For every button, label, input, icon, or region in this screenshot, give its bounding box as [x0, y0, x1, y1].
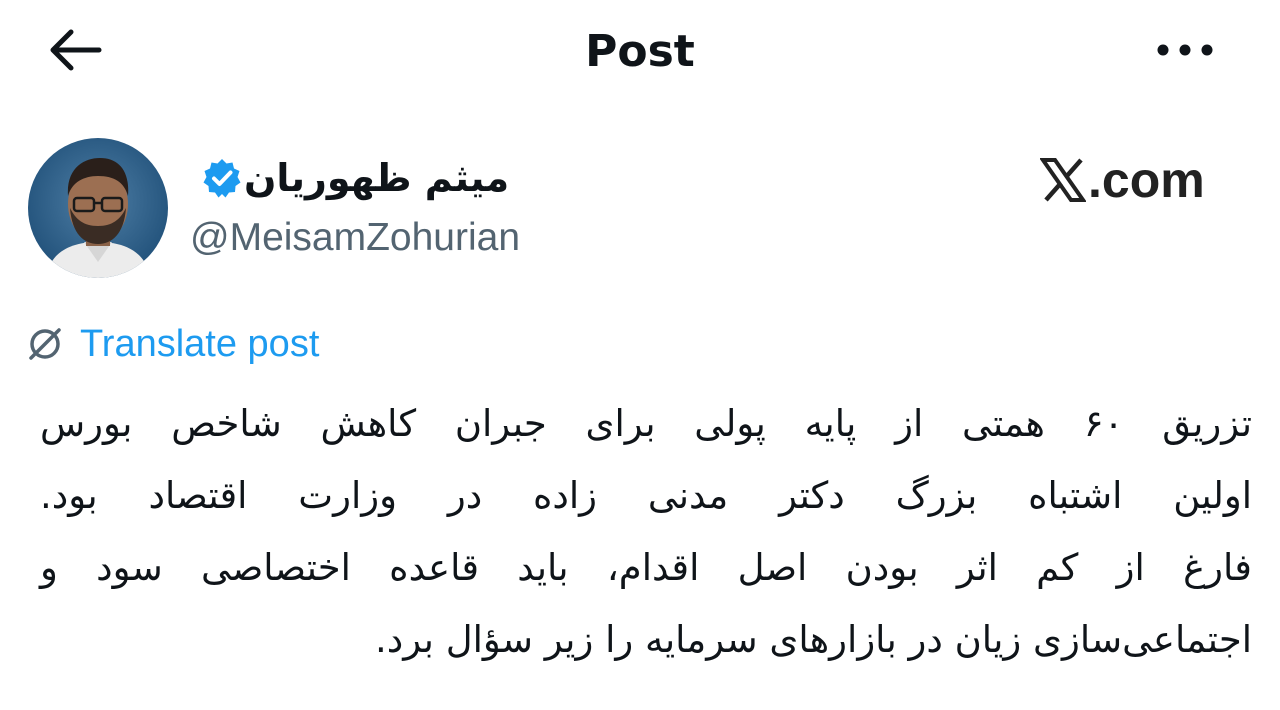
- author-handle[interactable]: @MeisamZohurian: [190, 212, 520, 264]
- site-watermark: .com: [1039, 150, 1205, 210]
- watermark-text: .com: [1088, 152, 1205, 208]
- post-text-line: اولین اشتباه بزرگ دکتر مدنی زاده در وزار…: [40, 474, 1252, 517]
- page-title: Post: [585, 26, 695, 77]
- author-display-name[interactable]: میثم ظهوریان: [244, 153, 509, 203]
- x-logo-icon: [1039, 157, 1087, 203]
- verified-badge-icon: [200, 156, 244, 200]
- post-text-line: اجتماعی‌سازی زیان در بازارهای سرمایه را …: [375, 618, 1252, 661]
- author-name-row[interactable]: میثم ظهوریان: [190, 148, 530, 208]
- post-text: تزریق ۶۰ همتی از پایه پولی برای جبران کا…: [40, 388, 1252, 676]
- top-bar: Post: [0, 0, 1280, 110]
- translate-post-button[interactable]: Translate post: [24, 318, 319, 370]
- translate-icon: [24, 323, 66, 365]
- post-text-line: فارغ از کم اثر بودن اصل اقدام، باید قاعد…: [40, 546, 1252, 589]
- avatar[interactable]: [28, 138, 168, 278]
- more-horizontal-icon: [1155, 40, 1215, 64]
- translate-post-label[interactable]: Translate post: [80, 319, 319, 369]
- more-options-button[interactable]: [1150, 26, 1220, 78]
- post-text-line: تزریق ۶۰ همتی از پایه پولی برای جبران کا…: [40, 402, 1252, 445]
